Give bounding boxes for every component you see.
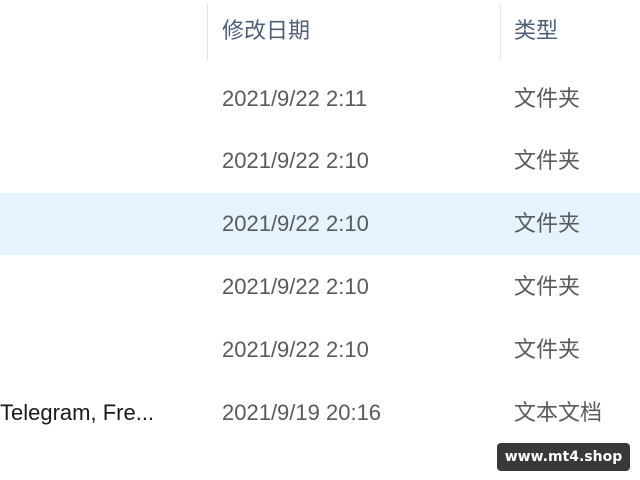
file-date-modified: 2021/9/22 2:10 [222,148,369,173]
file-type: 文件夹 [514,86,581,111]
file-type: 文本文档 [514,400,603,425]
column-divider[interactable] [500,4,501,60]
file-date-modified: 2021/9/19 20:16 [222,400,382,425]
file-type: 文件夹 [514,337,581,362]
file-row-selected[interactable]: 2021/9/22 2:10 文件夹 [0,193,640,255]
file-date-modified: 2021/9/22 2:10 [222,211,369,236]
file-row[interactable]: 2021/9/22 2:10 文件夹 [0,319,640,381]
file-row[interactable]: 2021/9/22 2:11 文件夹 [0,68,640,130]
file-name: Telegram, Fre... [0,400,155,425]
column-header-bar: 修改日期 类型 [0,0,640,62]
column-header-type[interactable]: 类型 [514,14,558,48]
column-divider[interactable] [207,4,208,60]
file-row[interactable]: 2021/9/22 2:10 文件夹 [0,130,640,192]
file-list-view: 修改日期 类型 2021/9/22 2:11 文件夹 2021/9/22 2:1… [0,0,640,480]
file-name [0,319,190,381]
file-name [0,193,190,255]
file-date-modified: 2021/9/22 2:10 [222,337,369,362]
file-row[interactable]: 2021/9/22 2:10 文件夹 [0,256,640,318]
file-date-modified: 2021/9/22 2:10 [222,274,369,299]
file-date-modified: 2021/9/22 2:11 [222,86,368,111]
file-row[interactable]: Telegram, Fre... 2021/9/19 20:16 文本文档 [0,382,640,444]
file-type: 文件夹 [514,274,581,299]
file-type: 文件夹 [514,148,581,173]
file-name [0,130,190,192]
file-name [0,256,190,318]
watermark-badge: www.mt4.shop [497,443,630,471]
file-name [0,68,190,130]
file-type: 文件夹 [514,211,581,236]
column-header-date-modified[interactable]: 修改日期 [222,14,310,48]
